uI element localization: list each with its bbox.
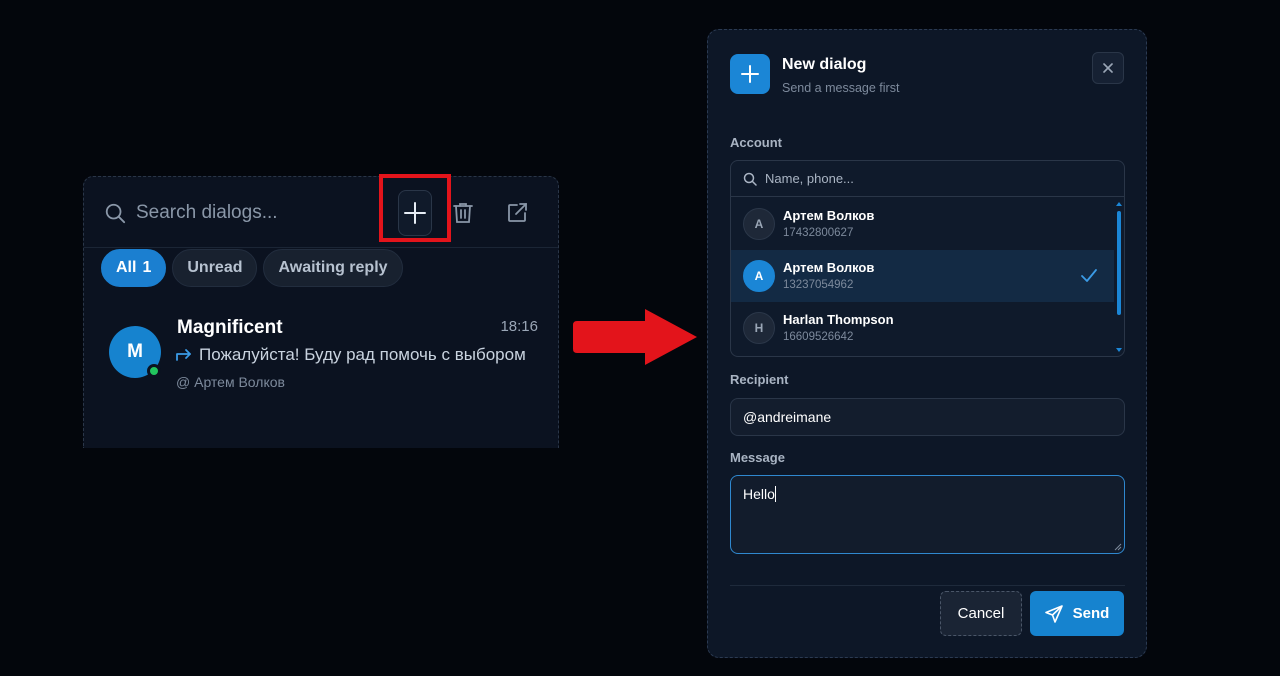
avatar: H [743, 312, 775, 344]
avatar: A [743, 260, 775, 292]
avatar: A [743, 208, 775, 240]
new-dialog-modal-icon [730, 54, 770, 94]
account-option[interactable]: A Артем Волков 17432800627 [731, 198, 1114, 250]
dialogs-panel: Search dialogs... All 1 Unread Awaiting … [83, 176, 559, 448]
filter-unread[interactable]: Unread [172, 249, 258, 287]
account-search[interactable]: Name, phone... [731, 161, 1124, 197]
account-phone: 16609526642 [783, 331, 854, 343]
account-label: Account [730, 135, 782, 150]
dialog-time: 18:16 [500, 318, 538, 335]
filter-all-label: All [116, 259, 137, 276]
send-icon [1044, 604, 1063, 623]
account-name: Артем Волков [783, 208, 875, 223]
message-label: Message [730, 450, 785, 465]
account-phone: 13237054962 [783, 279, 854, 291]
send-button-label: Send [1072, 605, 1110, 622]
scroll-up-arrow-icon[interactable] [1116, 201, 1122, 207]
plus-icon [404, 202, 426, 224]
search-icon [105, 203, 126, 224]
resize-grip-icon[interactable] [1114, 543, 1122, 551]
dialogs-search-input[interactable]: Search dialogs... [136, 202, 278, 224]
dialog-list-item[interactable]: M Magnificent 18:16 Пожалуйста! Буду рад… [84, 307, 558, 397]
dialog-account: @ Артем Волков [176, 374, 285, 390]
filter-all-count: 1 [142, 259, 152, 276]
new-dialog-button[interactable] [398, 190, 432, 236]
cancel-button[interactable]: Cancel [940, 591, 1022, 636]
send-button[interactable]: Send [1030, 591, 1124, 636]
text-caret [774, 486, 776, 502]
filter-awaiting-reply-label: Awaiting reply [278, 259, 388, 276]
account-name: Harlan Thompson [783, 312, 894, 327]
forward-arrow-icon [176, 349, 191, 361]
external-link-icon [508, 203, 527, 222]
close-button[interactable] [1092, 52, 1124, 84]
right-arrow-icon [573, 309, 697, 365]
message-text: Hello [743, 486, 775, 502]
recipient-label: Recipient [730, 372, 789, 387]
trash-icon [453, 203, 473, 223]
filter-all[interactable]: All 1 [101, 249, 167, 287]
recipient-input[interactable]: @andreimane [730, 398, 1125, 436]
search-icon [743, 172, 757, 186]
modal-title: New dialog [782, 56, 867, 73]
delete-dialog-button[interactable] [446, 196, 480, 230]
account-phone: 17432800627 [783, 227, 854, 239]
filter-awaiting-reply[interactable]: Awaiting reply [263, 249, 403, 287]
filter-unread-label: Unread [187, 259, 243, 276]
scrollbar-thumb[interactable] [1117, 211, 1121, 315]
dialog-preview-text: Пожалуйста! Буду рад помочь с выбором [199, 345, 526, 364]
message-textarea[interactable]: Hello [730, 475, 1125, 554]
close-icon [1103, 63, 1113, 73]
cancel-button-label: Cancel [957, 605, 1005, 622]
modal-subtitle: Send a message first [782, 81, 900, 95]
account-search-input[interactable]: Name, phone... [765, 171, 854, 186]
plus-icon [741, 65, 759, 83]
checkmark-icon [1081, 269, 1097, 282]
account-picker: Name, phone... A Артем Волков 1743280062… [730, 160, 1125, 357]
dialogs-search-bar: Search dialogs... [84, 177, 558, 248]
scroll-down-arrow-icon[interactable] [1116, 347, 1122, 353]
account-name: Артем Волков [783, 260, 875, 275]
account-option[interactable]: H Harlan Thompson 16609526642 [731, 302, 1114, 354]
online-status-dot [147, 364, 161, 378]
account-option-selected[interactable]: A Артем Волков 13237054962 [731, 250, 1114, 302]
open-external-button[interactable] [500, 196, 534, 230]
footer-divider [730, 585, 1125, 586]
dialog-name: Magnificent [177, 317, 283, 338]
dialog-preview: Пожалуйста! Буду рад помочь с выбором [175, 345, 545, 365]
new-dialog-modal: New dialog Send a message first Account … [707, 29, 1147, 658]
dialog-filters: All 1 Unread Awaiting reply [101, 249, 403, 287]
